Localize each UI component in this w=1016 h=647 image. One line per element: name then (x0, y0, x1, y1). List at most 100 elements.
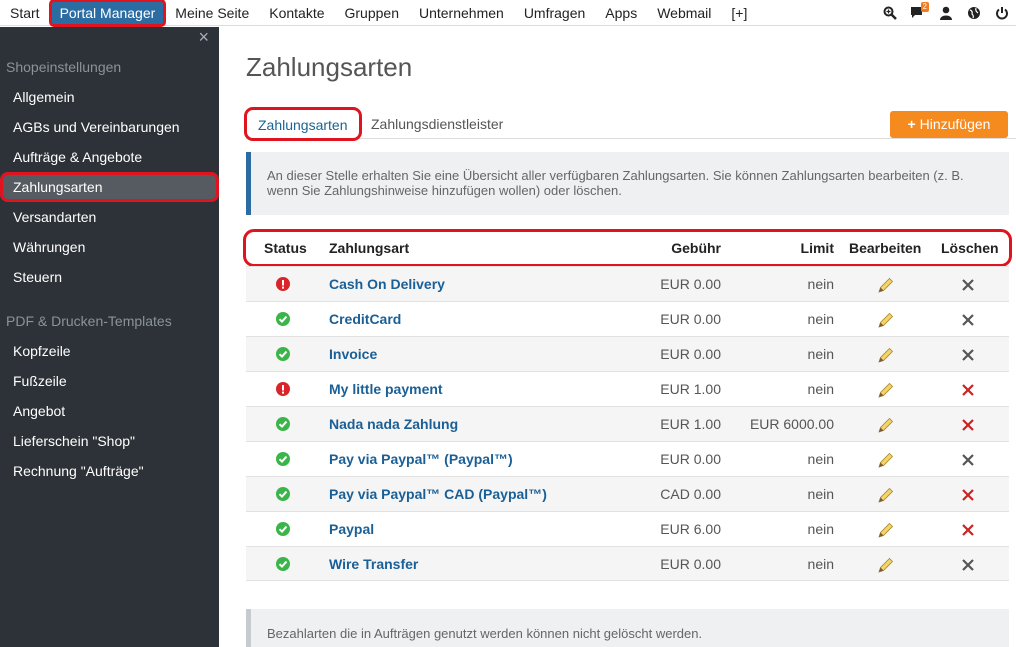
payment-name-link[interactable]: Cash On Delivery (329, 267, 445, 302)
edit-pencil-icon[interactable] (877, 337, 899, 372)
limit-cell: nein (807, 276, 834, 292)
limit-cell: nein (807, 486, 834, 502)
edit-pencil-icon[interactable] (877, 512, 899, 547)
power-icon[interactable] (990, 0, 1014, 26)
plus-icon: + (907, 116, 916, 132)
fee-cell: EUR 0.00 (660, 556, 721, 572)
payment-name-link[interactable]: CreditCard (329, 302, 401, 337)
limit-cell: EUR 6000.00 (749, 416, 834, 432)
sidebar-section-pdf: PDF & Drucken-Templates (6, 313, 172, 329)
sidebar-item-agbs[interactable]: AGBs und Vereinbarungen (0, 112, 219, 142)
nav-meine-seite[interactable]: Meine Seite (165, 0, 259, 26)
sidebar-item-auftraege[interactable]: Aufträge & Angebote (0, 142, 219, 172)
sidebar-close-icon[interactable]: × (198, 27, 209, 48)
delete-x-icon[interactable] (961, 547, 977, 582)
delete-x-icon[interactable] (961, 267, 977, 302)
table-row: Nada nada Zahlung EUR 1.00 EUR 6000.00 (246, 406, 1009, 441)
notifications-icon[interactable]: 2 (906, 0, 930, 26)
sidebar-item-versandarten[interactable]: Versandarten (0, 202, 219, 232)
status-cell (276, 477, 292, 512)
delete-x-icon[interactable] (961, 407, 977, 442)
status-ok-icon (276, 522, 290, 536)
status-cell (276, 512, 292, 547)
sidebar-item-angebot[interactable]: Angebot (0, 396, 219, 426)
header-limit: Limit (800, 240, 834, 256)
sidebar-item-zahlungsarten[interactable]: Zahlungsarten (0, 172, 219, 202)
search-icon[interactable] (878, 0, 902, 26)
status-ok-icon (276, 347, 290, 361)
fee-cell: EUR 0.00 (660, 276, 721, 292)
sidebar-item-waehrungen[interactable]: Währungen (0, 232, 219, 262)
limit-cell: nein (807, 556, 834, 572)
table-row: Invoice EUR 0.00 nein (246, 336, 1009, 371)
top-navigation: Start Portal Manager Meine Seite Kontakt… (0, 0, 1016, 27)
nav-apps[interactable]: Apps (595, 0, 647, 26)
payment-name-link[interactable]: My little payment (329, 372, 443, 407)
add-button[interactable]: + Hinzufügen (890, 111, 1008, 138)
tab-zahlungsarten[interactable]: Zahlungsarten (244, 107, 362, 141)
payment-table: Cash On Delivery EUR 0.00 nein CreditCard EU… (246, 266, 1009, 581)
fee-cell: EUR 1.00 (660, 381, 721, 397)
sidebar-item-rechnung[interactable]: Rechnung "Aufträge" (0, 456, 219, 486)
nav-kontakte[interactable]: Kontakte (259, 0, 334, 26)
globe-icon[interactable] (962, 0, 986, 26)
edit-pencil-icon[interactable] (877, 407, 899, 442)
edit-pencil-icon[interactable] (877, 442, 899, 477)
nav-umfragen[interactable]: Umfragen (514, 0, 595, 26)
payment-name-link[interactable]: Pay via Paypal™ CAD (Paypal™) (329, 477, 547, 512)
sidebar-item-allgemein[interactable]: Allgemein (0, 82, 219, 112)
payment-name-link[interactable]: Pay via Paypal™ (Paypal™) (329, 442, 513, 477)
payment-name-link[interactable]: Paypal (329, 512, 374, 547)
edit-pencil-icon[interactable] (877, 267, 899, 302)
payment-name-link[interactable]: Invoice (329, 337, 377, 372)
fee-cell: EUR 1.00 (660, 416, 721, 432)
notification-badge: 2 (920, 1, 929, 12)
nav-unternehmen[interactable]: Unternehmen (409, 0, 514, 26)
nav-start[interactable]: Start (0, 0, 50, 26)
nav-more[interactable]: [+] (721, 0, 757, 26)
header-delete: Löschen (941, 240, 999, 256)
edit-pencil-icon[interactable] (877, 302, 899, 337)
table-row: Pay via Paypal™ (Paypal™) EUR 0.00 nein (246, 441, 1009, 476)
sidebar-section-shop: Shopeinstellungen (6, 59, 122, 75)
sidebar-item-steuern[interactable]: Steuern (0, 262, 219, 292)
status-cell (276, 442, 292, 477)
status-cell (276, 302, 292, 337)
sidebar-item-fusszeile[interactable]: Fußzeile (0, 366, 219, 396)
delete-x-icon[interactable] (961, 512, 977, 547)
nav-gruppen[interactable]: Gruppen (335, 0, 409, 26)
header-status: Status (264, 240, 307, 256)
payment-name-link[interactable]: Wire Transfer (329, 547, 418, 582)
delete-x-icon[interactable] (961, 337, 977, 372)
nav-portal-manager[interactable]: Portal Manager (48, 0, 167, 27)
nav-webmail[interactable]: Webmail (647, 0, 721, 26)
limit-cell: nein (807, 311, 834, 327)
delete-x-icon[interactable] (961, 302, 977, 337)
user-icon[interactable] (934, 0, 958, 26)
table-row: Paypal EUR 6.00 nein (246, 511, 1009, 546)
table-row: My little payment EUR 1.00 nein (246, 371, 1009, 406)
edit-pencil-icon[interactable] (877, 477, 899, 512)
limit-cell: nein (807, 346, 834, 362)
payment-name-link[interactable]: Nada nada Zahlung (329, 407, 458, 442)
edit-pencil-icon[interactable] (877, 547, 899, 582)
status-error-icon (276, 277, 290, 291)
limit-cell: nein (807, 521, 834, 537)
status-ok-icon (276, 417, 290, 431)
fee-cell: EUR 0.00 (660, 346, 721, 362)
sidebar: × Shopeinstellungen Allgemein AGBs und V… (0, 27, 219, 647)
limit-cell: nein (807, 381, 834, 397)
edit-pencil-icon[interactable] (877, 372, 899, 407)
sidebar-item-kopfzeile[interactable]: Kopfzeile (0, 336, 219, 366)
sidebar-item-lieferschein[interactable]: Lieferschein "Shop" (0, 426, 219, 456)
status-ok-icon (276, 452, 290, 466)
delete-x-icon[interactable] (961, 442, 977, 477)
tab-zahlungsdienstleister[interactable]: Zahlungsdienstleister (371, 109, 503, 139)
table-row: Pay via Paypal™ CAD (Paypal™) CAD 0.00 nei… (246, 476, 1009, 511)
delete-x-icon[interactable] (961, 372, 977, 407)
table-row: Wire Transfer EUR 0.00 nein (246, 546, 1009, 581)
status-ok-icon (276, 557, 290, 571)
delete-x-icon[interactable] (961, 477, 977, 512)
status-cell (276, 267, 292, 302)
fee-cell: EUR 0.00 (660, 451, 721, 467)
